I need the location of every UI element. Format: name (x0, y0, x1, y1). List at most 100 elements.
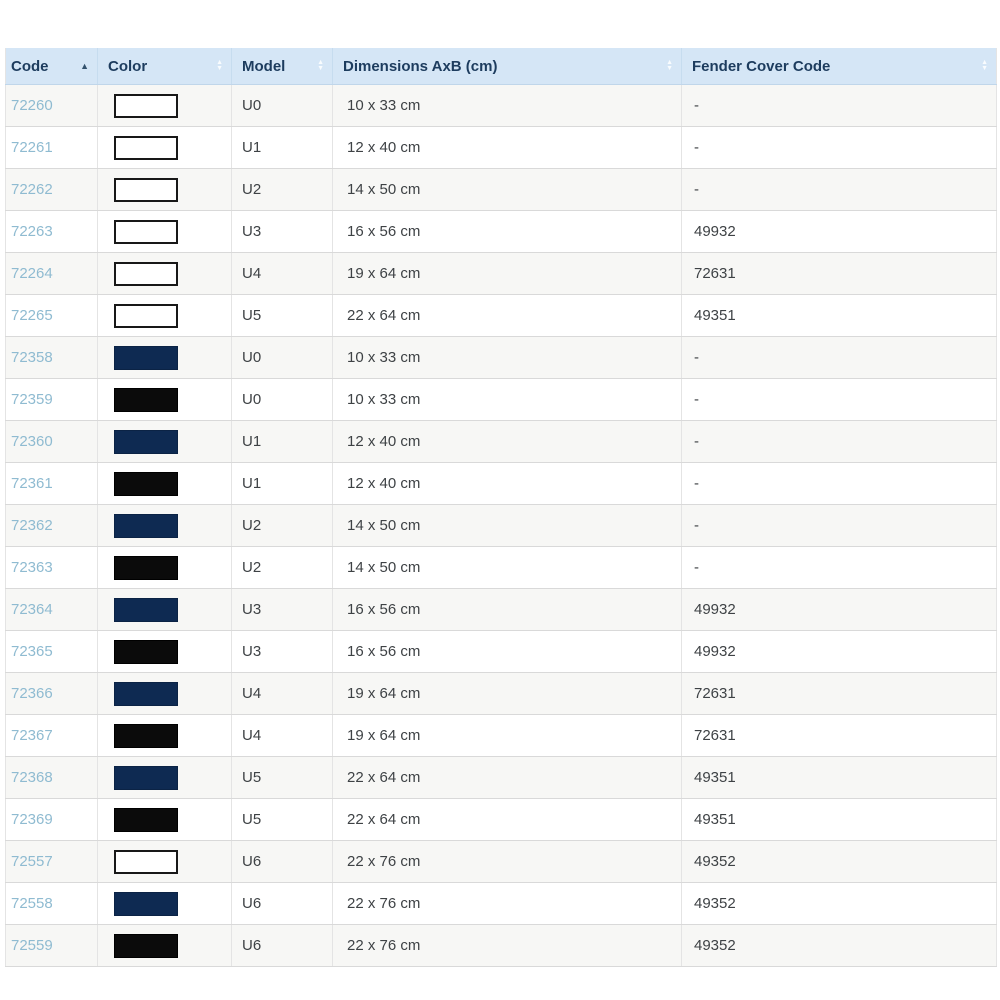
table-row: 72369 U5 22 x 64 cm 49351 (6, 799, 997, 841)
dimensions-cell: 22 x 76 cm (347, 853, 420, 870)
code-link[interactable]: 72364 (11, 601, 53, 618)
color-swatch (114, 808, 178, 832)
column-header-dimensions[interactable]: Dimensions AxB (cm) ▲▼ (333, 48, 682, 85)
fender-cover-code-cell: - (694, 139, 699, 156)
table-row: 72362 U2 14 x 50 cm - (6, 505, 997, 547)
color-swatch (114, 304, 178, 328)
color-swatch (114, 556, 178, 580)
color-swatch (114, 220, 178, 244)
dimensions-cell: 12 x 40 cm (347, 139, 420, 156)
product-table: Code ▲ Color ▲▼ Model (5, 48, 997, 967)
table-row: 72559 U6 22 x 76 cm 49352 (6, 925, 997, 967)
code-link[interactable]: 72559 (11, 937, 53, 954)
fender-cover-code-cell: 49932 (694, 601, 736, 618)
column-header-model[interactable]: Model ▲▼ (232, 48, 333, 85)
code-link[interactable]: 72368 (11, 769, 53, 786)
dimensions-cell: 14 x 50 cm (347, 181, 420, 198)
column-header-model-label: Model (242, 58, 285, 75)
fender-cover-code-cell: 49351 (694, 307, 736, 324)
code-link[interactable]: 72265 (11, 307, 53, 324)
code-link[interactable]: 72369 (11, 811, 53, 828)
table-row: 72363 U2 14 x 50 cm - (6, 547, 997, 589)
color-swatch (114, 262, 178, 286)
color-swatch (114, 850, 178, 874)
code-link[interactable]: 72360 (11, 433, 53, 450)
fender-cover-code-cell: - (694, 559, 699, 576)
code-link[interactable]: 72262 (11, 181, 53, 198)
code-link[interactable]: 72557 (11, 853, 53, 870)
table-row: 72367 U4 19 x 64 cm 72631 (6, 715, 997, 757)
code-link[interactable]: 72361 (11, 475, 53, 492)
model-cell: U0 (242, 349, 261, 366)
model-cell: U4 (242, 685, 261, 702)
code-link[interactable]: 72367 (11, 727, 53, 744)
table-row: 72265 U5 22 x 64 cm 49351 (6, 295, 997, 337)
column-header-fender-cover-code[interactable]: Fender Cover Code ▲▼ (682, 48, 997, 85)
fender-cover-code-cell: 72631 (694, 727, 736, 744)
model-cell: U2 (242, 559, 261, 576)
model-cell: U6 (242, 895, 261, 912)
table-row: 72368 U5 22 x 64 cm 49351 (6, 757, 997, 799)
dimensions-cell: 10 x 33 cm (347, 97, 420, 114)
dimensions-cell: 22 x 76 cm (347, 937, 420, 954)
color-swatch (114, 598, 178, 622)
table-row: 72261 U1 12 x 40 cm - (6, 127, 997, 169)
dimensions-cell: 22 x 64 cm (347, 811, 420, 828)
column-header-code[interactable]: Code ▲ (6, 48, 98, 85)
code-link[interactable]: 72363 (11, 559, 53, 576)
fender-cover-code-cell: 49351 (694, 811, 736, 828)
column-header-color[interactable]: Color ▲▼ (98, 48, 232, 85)
code-link[interactable]: 72366 (11, 685, 53, 702)
code-link[interactable]: 72365 (11, 643, 53, 660)
model-cell: U5 (242, 307, 261, 324)
fender-cover-code-cell: 49352 (694, 853, 736, 870)
code-link[interactable]: 72264 (11, 265, 53, 282)
fender-cover-code-cell: 49351 (694, 769, 736, 786)
color-swatch (114, 472, 178, 496)
code-link[interactable]: 72263 (11, 223, 53, 240)
table-row: 72557 U6 22 x 76 cm 49352 (6, 841, 997, 883)
dimensions-cell: 19 x 64 cm (347, 727, 420, 744)
table-row: 72359 U0 10 x 33 cm - (6, 379, 997, 421)
color-swatch (114, 94, 178, 118)
code-link[interactable]: 72261 (11, 139, 53, 156)
fender-cover-code-cell: - (694, 97, 699, 114)
fender-cover-code-cell: - (694, 181, 699, 198)
color-swatch (114, 514, 178, 538)
color-swatch (114, 136, 178, 160)
code-link[interactable]: 72358 (11, 349, 53, 366)
fender-cover-code-cell: - (694, 391, 699, 408)
dimensions-cell: 10 x 33 cm (347, 391, 420, 408)
model-cell: U3 (242, 643, 261, 660)
model-cell: U1 (242, 433, 261, 450)
model-cell: U4 (242, 265, 261, 282)
header-row: Code ▲ Color ▲▼ Model (6, 48, 997, 85)
fender-cover-code-cell: - (694, 475, 699, 492)
model-cell: U1 (242, 475, 261, 492)
color-swatch (114, 346, 178, 370)
table-row: 72558 U6 22 x 76 cm 49352 (6, 883, 997, 925)
fender-cover-code-cell: - (694, 349, 699, 366)
model-cell: U0 (242, 97, 261, 114)
sort-icon: ▲▼ (317, 60, 324, 71)
fender-cover-code-cell: - (694, 433, 699, 450)
color-swatch (114, 892, 178, 916)
table-row: 72264 U4 19 x 64 cm 72631 (6, 253, 997, 295)
code-link[interactable]: 72260 (11, 97, 53, 114)
column-header-dimensions-label: Dimensions AxB (cm) (343, 58, 497, 75)
table-row: 72361 U1 12 x 40 cm - (6, 463, 997, 505)
fender-cover-code-cell: - (694, 517, 699, 534)
color-swatch (114, 178, 178, 202)
model-cell: U3 (242, 223, 261, 240)
code-link[interactable]: 72558 (11, 895, 53, 912)
code-link[interactable]: 72362 (11, 517, 53, 534)
code-link[interactable]: 72359 (11, 391, 53, 408)
dimensions-cell: 19 x 64 cm (347, 685, 420, 702)
dimensions-cell: 16 x 56 cm (347, 643, 420, 660)
fender-cover-code-cell: 49352 (694, 937, 736, 954)
fender-cover-code-cell: 49352 (694, 895, 736, 912)
sort-icon: ▲▼ (216, 60, 223, 71)
table-row: 72360 U1 12 x 40 cm - (6, 421, 997, 463)
column-header-fender-cover-code-label: Fender Cover Code (692, 58, 830, 75)
model-cell: U2 (242, 517, 261, 534)
